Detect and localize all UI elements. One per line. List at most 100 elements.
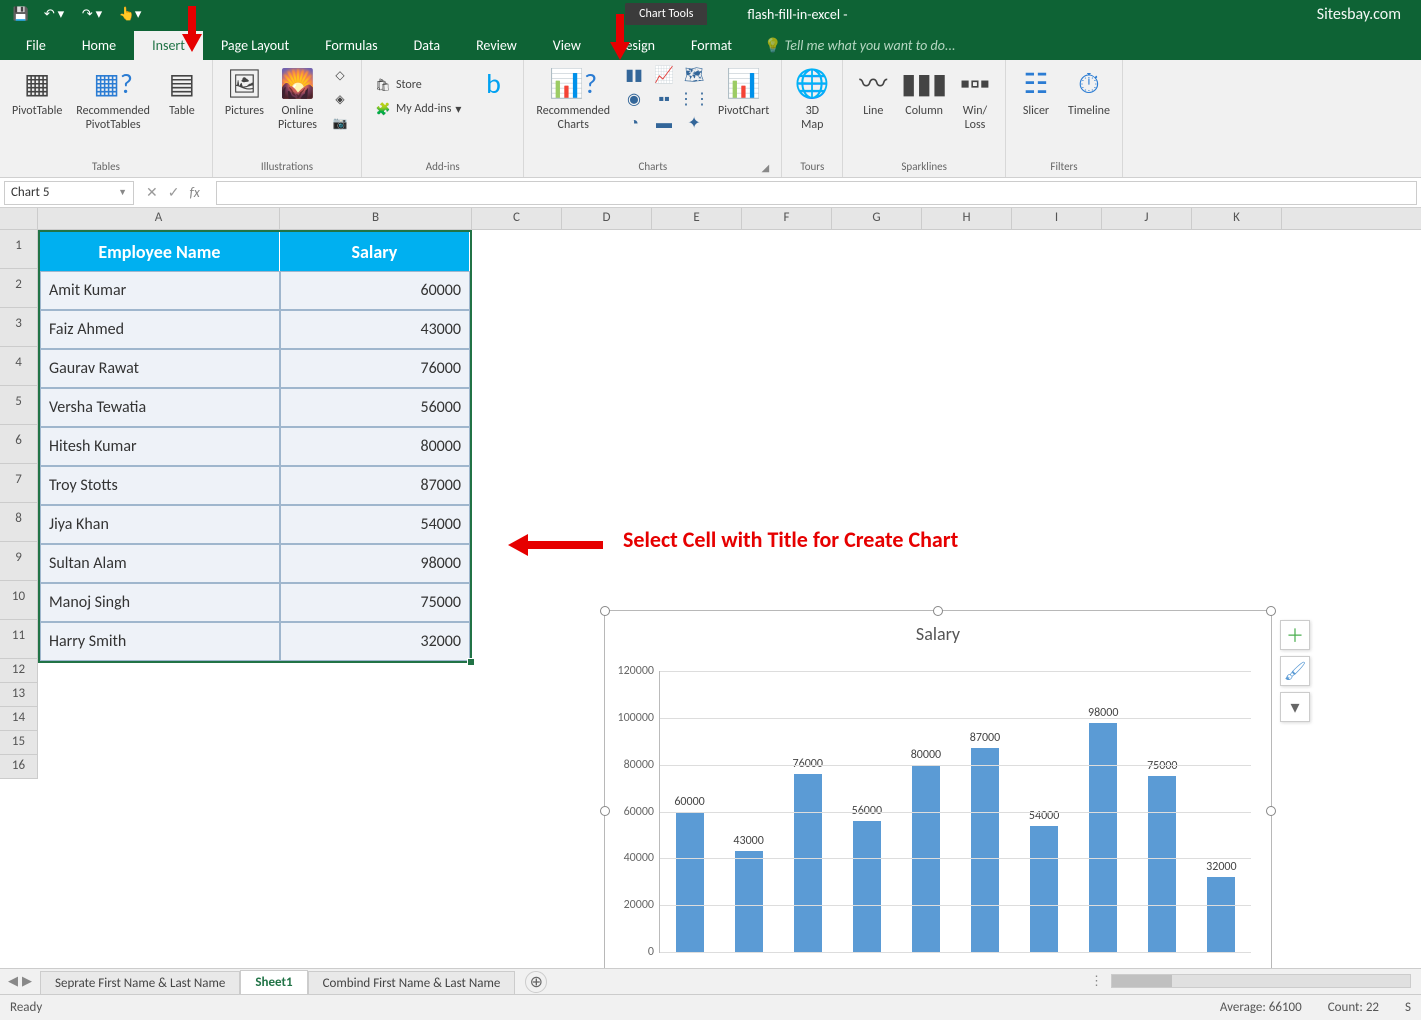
data-table-selection[interactable]: Employee Name Salary Amit Kumar60000Faiz… xyxy=(38,230,472,663)
recommended-pivottables-button[interactable]: ▦?Recommended PivotTables xyxy=(72,64,154,135)
store-button[interactable]: 🛍Store xyxy=(370,74,465,96)
horizontal-scrollbar[interactable] xyxy=(1111,974,1411,988)
bar-chart-icon[interactable]: ▬ xyxy=(650,112,678,134)
chart-bar[interactable]: 56000 xyxy=(853,821,881,952)
chart-resize-handle[interactable] xyxy=(1266,806,1276,816)
embedded-chart[interactable]: Salary 600004300076000560008000087000540… xyxy=(604,610,1272,1012)
table-header-name[interactable]: Employee Name xyxy=(40,232,280,271)
row-header[interactable]: 9 xyxy=(0,542,38,581)
chart-bar[interactable]: 54000 xyxy=(1030,826,1058,952)
touch-mode-button[interactable]: 👆▾ xyxy=(112,3,148,25)
table-cell-salary[interactable]: 43000 xyxy=(280,310,470,349)
selection-fill-handle[interactable] xyxy=(467,658,475,666)
sheet-tab[interactable]: Seprate First Name & Last Name xyxy=(40,971,240,995)
scatter-chart-icon[interactable]: ⋮⋮ xyxy=(680,88,708,110)
column-header[interactable]: F xyxy=(742,208,832,229)
smartart-button[interactable]: ◈ xyxy=(327,88,353,110)
chart-filters-button[interactable]: ▾ xyxy=(1280,692,1310,722)
sheet-nav-prev[interactable]: ◀ xyxy=(8,974,18,989)
table-cell-name[interactable]: Troy Stotts xyxy=(40,466,280,505)
chart-elements-button[interactable]: ＋ xyxy=(1280,620,1310,650)
table-cell-salary[interactable]: 54000 xyxy=(280,505,470,544)
table-cell-salary[interactable]: 87000 xyxy=(280,466,470,505)
chart-bar[interactable]: 43000 xyxy=(735,851,763,952)
chart-bar[interactable]: 32000 xyxy=(1207,877,1235,952)
sheet-tab-active[interactable]: Sheet1 xyxy=(240,970,307,996)
row-header[interactable]: 6 xyxy=(0,425,38,464)
tab-formulas[interactable]: Formulas xyxy=(307,31,395,60)
table-cell-salary[interactable]: 32000 xyxy=(280,622,470,661)
row-header[interactable]: 15 xyxy=(0,731,38,755)
tab-home[interactable]: Home xyxy=(64,31,134,60)
row-header[interactable]: 7 xyxy=(0,464,38,503)
pictures-button[interactable]: 🖼Pictures xyxy=(221,64,268,120)
row-header[interactable]: 16 xyxy=(0,755,38,779)
row-header[interactable]: 4 xyxy=(0,347,38,386)
statistic-chart-icon[interactable]: ▪▪ xyxy=(650,88,678,110)
row-header[interactable]: 12 xyxy=(0,659,38,683)
chart-bar[interactable]: 60000 xyxy=(676,812,704,953)
formula-input[interactable] xyxy=(216,181,1417,205)
row-header[interactable]: 11 xyxy=(0,620,38,659)
row-header[interactable]: 10 xyxy=(0,581,38,620)
row-header[interactable]: 1 xyxy=(0,230,38,269)
shapes-button[interactable]: ◇ xyxy=(327,64,353,86)
add-sheet-button[interactable]: ⊕ xyxy=(525,971,547,993)
cancel-formula-icon[interactable]: ✕ xyxy=(146,184,158,201)
sparkline-winloss-button[interactable]: ▪▫▪Win/ Loss xyxy=(953,64,997,135)
enter-formula-icon[interactable]: ✓ xyxy=(168,184,180,201)
tab-page-layout[interactable]: Page Layout xyxy=(203,31,307,60)
save-icon[interactable]: 💾 xyxy=(8,3,34,25)
chart-resize-handle[interactable] xyxy=(600,606,610,616)
pivotchart-button[interactable]: 📊PivotChart xyxy=(714,64,773,120)
table-cell-name[interactable]: Faiz Ahmed xyxy=(40,310,280,349)
table-cell-salary[interactable]: 80000 xyxy=(280,427,470,466)
screenshot-button[interactable]: 📷 xyxy=(327,112,353,134)
slicer-button[interactable]: ☷Slicer xyxy=(1014,64,1058,120)
pie-chart-icon[interactable]: ◔ xyxy=(620,112,648,134)
column-header[interactable]: B xyxy=(280,208,472,229)
table-cell-name[interactable]: Gaurav Rawat xyxy=(40,349,280,388)
sheet-tab[interactable]: Combind First Name & Last Name xyxy=(308,971,516,995)
column-header[interactable]: I xyxy=(1012,208,1102,229)
column-chart-icon[interactable]: ▮▮ xyxy=(620,64,648,86)
select-all-triangle[interactable] xyxy=(0,208,38,229)
name-box[interactable]: Chart 5▼ xyxy=(4,181,134,205)
sparkline-line-button[interactable]: 〰Line xyxy=(851,64,895,120)
chart-resize-handle[interactable] xyxy=(933,606,943,616)
row-header[interactable]: 14 xyxy=(0,707,38,731)
combo-chart-icon[interactable]: ✦ xyxy=(680,112,708,134)
tab-file[interactable]: File xyxy=(8,31,64,60)
my-addins-button[interactable]: 🧩My Add-ins ▾ xyxy=(370,98,465,120)
chart-bar[interactable]: 76000 xyxy=(794,774,822,952)
tab-format[interactable]: Format xyxy=(673,31,750,60)
tab-view[interactable]: View xyxy=(535,31,599,60)
table-cell-name[interactable]: Sultan Alam xyxy=(40,544,280,583)
row-header[interactable]: 2 xyxy=(0,269,38,308)
recommended-charts-button[interactable]: 📊?Recommended Charts xyxy=(532,64,614,135)
table-cell-salary[interactable]: 75000 xyxy=(280,583,470,622)
table-cell-salary[interactable]: 56000 xyxy=(280,388,470,427)
row-header[interactable]: 3 xyxy=(0,308,38,347)
tell-me-search[interactable]: Tell me what you want to do... xyxy=(750,31,1421,60)
tab-review[interactable]: Review xyxy=(458,31,535,60)
charts-dialog-launcher[interactable]: ◢ xyxy=(759,161,771,173)
sparkline-column-button[interactable]: ▮▮▮Column xyxy=(901,64,947,120)
column-header[interactable]: A xyxy=(38,208,280,229)
table-cell-salary[interactable]: 98000 xyxy=(280,544,470,583)
chart-resize-handle[interactable] xyxy=(1266,606,1276,616)
pivottable-button[interactable]: ▦PivotTable xyxy=(8,64,66,120)
row-header[interactable]: 8 xyxy=(0,503,38,542)
table-cell-name[interactable]: Versha Tewatia xyxy=(40,388,280,427)
chart-resize-handle[interactable] xyxy=(600,806,610,816)
table-cell-name[interactable]: Harry Smith xyxy=(40,622,280,661)
tab-data[interactable]: Data xyxy=(396,31,458,60)
chart-bar[interactable]: 87000 xyxy=(971,748,999,952)
chevron-down-icon[interactable]: ▼ xyxy=(118,187,127,198)
table-cell-name[interactable]: Manoj Singh xyxy=(40,583,280,622)
chart-plot-area[interactable]: 6000043000760005600080000870005400098000… xyxy=(659,671,1251,953)
sheet-nav-next[interactable]: ▶ xyxy=(22,974,32,989)
column-header[interactable]: J xyxy=(1102,208,1192,229)
hierarchy-chart-icon[interactable]: ◉ xyxy=(620,88,648,110)
table-header-salary[interactable]: Salary xyxy=(280,232,470,271)
